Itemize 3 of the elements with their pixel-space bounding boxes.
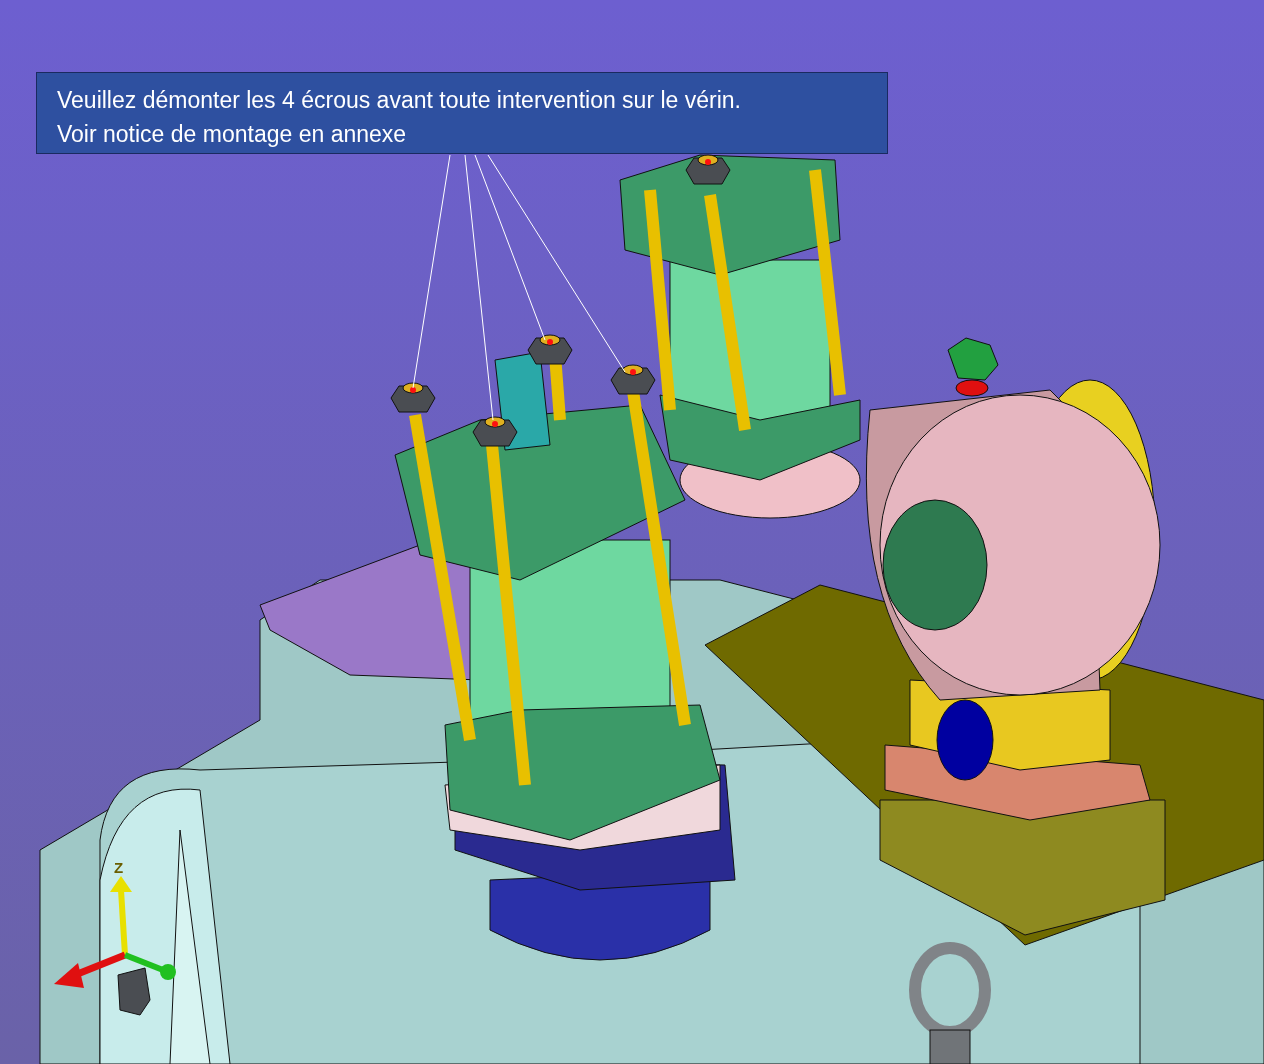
axis-label: Z (114, 859, 124, 876)
annotation-text: Veuillez démonter les 4 écrous avant toute intervention sur le vérin. (57, 86, 742, 115)
annotation-text: Voir notice de montage en annexe (57, 120, 408, 149)
